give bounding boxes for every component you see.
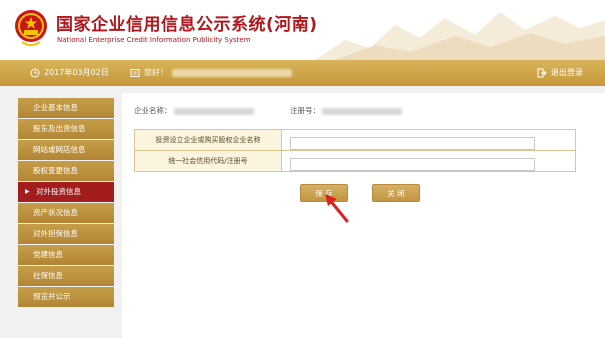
investment-form: 投资设立企业或购买股权企业名称 统一社会信用代码/注册号 [134,129,576,172]
main-area: 企业基本信息 股东及出资信息 网站或网店信息 股权变更信息 对外投资信息 资产状… [0,86,605,338]
sidebar-item-website[interactable]: 网站或网店信息 [18,140,114,160]
credit-code-input[interactable] [290,158,535,171]
sidebar-item-external-investment[interactable]: 对外投资信息 [18,182,114,202]
user-card-icon [130,69,140,77]
form-row-invest-company: 投资设立企业或购买股权企业名称 [134,129,576,151]
redacted-reg-no [322,107,402,115]
sidebar-item-assets[interactable]: 资产状况信息 [18,203,114,223]
site-subtitle: National Enterprise Credit Information P… [57,36,251,44]
content-panel: 企业名称： 注册号： 投资设立企业或购买股权企业名称 统一社会信用代码/注册号 … [122,93,605,338]
sidebar-item-guarantee[interactable]: 对外担保信息 [18,224,114,244]
greeting-text: 您好！ [144,68,168,77]
sidebar-item-shareholders[interactable]: 股东及出资信息 [18,119,114,139]
sidebar-item-social-insurance[interactable]: 社保信息 [18,266,114,286]
invest-company-label: 投资设立企业或购买股权企业名称 [134,129,282,151]
sidebar-item-equity-change[interactable]: 股权变更信息 [18,161,114,181]
sidebar-item-basic-info[interactable]: 企业基本信息 [18,98,114,118]
user-greeting: 您好！ [130,60,292,86]
logout-icon [537,68,547,78]
reg-no-line: 注册号： [290,105,402,116]
close-button[interactable]: 关 闭 [372,184,420,202]
company-name-label: 企业名称： [134,106,172,115]
logout-link[interactable]: 退出登录 [537,60,583,86]
logout-label[interactable]: 退出登录 [551,60,583,86]
sidebar: 企业基本信息 股东及出资信息 网站或网店信息 股权变更信息 对外投资信息 资产状… [18,98,114,308]
redacted-company-name [173,107,254,115]
form-row-credit-code: 统一社会信用代码/注册号 [134,150,576,172]
pointer-arrow-icon [325,194,349,223]
sidebar-item-party-building[interactable]: 党建信息 [18,245,114,265]
company-name-line: 企业名称： [134,105,254,116]
top-bar: 2017年03月02日 您好！ 退出登录 [0,60,605,86]
current-date: 2017年03月02日 [44,68,109,77]
reg-no-label: 注册号： [290,106,320,115]
credit-code-label: 统一社会信用代码/注册号 [134,150,282,172]
site-title: 国家企业信用信息公示系统(河南) [56,15,318,35]
national-emblem-icon [15,10,47,46]
sidebar-item-preview-publish[interactable]: 预览并公示 [18,287,114,307]
great-wall-watermark [315,12,605,60]
invest-company-input[interactable] [290,137,535,150]
redacted-username [172,69,292,77]
clock-icon [30,68,40,78]
date-display: 2017年03月02日 [30,60,109,86]
site-header: 国家企业信用信息公示系统(河南) National Enterprise Cre… [0,0,605,60]
